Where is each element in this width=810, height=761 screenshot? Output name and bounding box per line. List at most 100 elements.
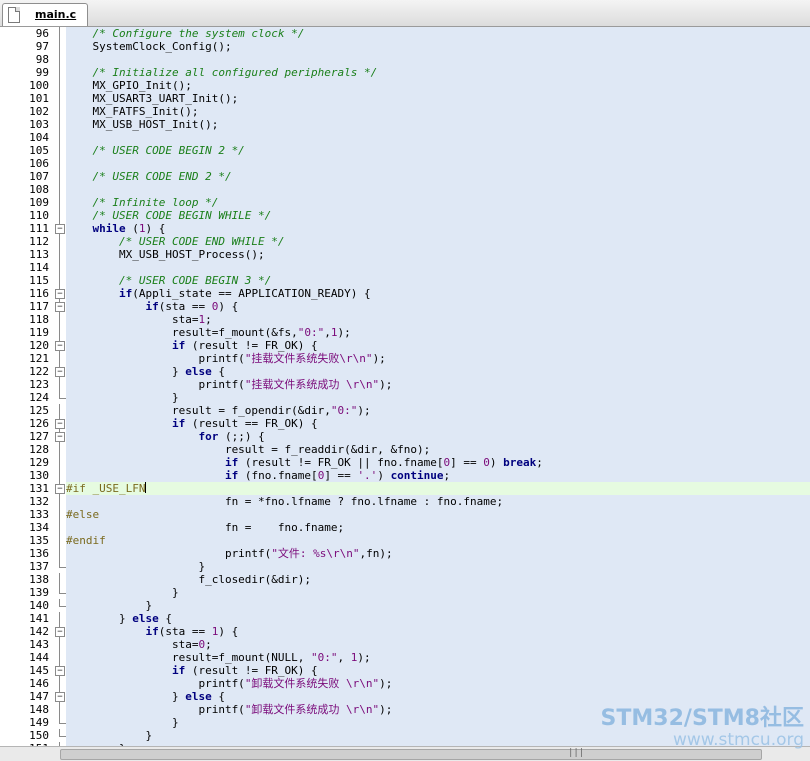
code-line[interactable]: 117− if(sta == 0) { [0, 300, 810, 313]
code-line[interactable]: 115 /* USER CODE BEGIN 3 */ [0, 274, 810, 287]
code-text[interactable] [66, 131, 810, 144]
code-line[interactable]: 138 f_closedir(&dir); [0, 573, 810, 586]
code-line[interactable]: 147− } else { [0, 690, 810, 703]
code-line[interactable]: 113 MX_USB_HOST_Process(); [0, 248, 810, 261]
code-line[interactable]: 133 #else [0, 508, 810, 521]
code-line[interactable]: 119 result=f_mount(&fs,"0:",1); [0, 326, 810, 339]
code-text[interactable]: result = f_readdir(&dir, &fno); [66, 443, 810, 456]
code-text[interactable]: } [66, 391, 810, 404]
code-line[interactable]: 144 result=f_mount(NULL, "0:", 1); [0, 651, 810, 664]
code-line[interactable]: 99 /* Initialize all configured peripher… [0, 66, 810, 79]
code-text[interactable]: #endif [66, 534, 810, 547]
code-line[interactable]: 127− for (;;) { [0, 430, 810, 443]
code-text[interactable]: /* USER CODE BEGIN WHILE */ [66, 209, 810, 222]
code-line[interactable]: 134 fn = fno.fname; [0, 521, 810, 534]
code-line[interactable]: 145− if (result != FR_OK) { [0, 664, 810, 677]
horizontal-scrollbar[interactable]: ||| [0, 746, 810, 761]
code-line[interactable]: 104 [0, 131, 810, 144]
code-editor[interactable]: 96 /* Configure the system clock */97 Sy… [0, 27, 810, 746]
code-line[interactable]: 97 SystemClock_Config(); [0, 40, 810, 53]
code-line[interactable]: 116− if(Appli_state == APPLICATION_READY… [0, 287, 810, 300]
code-line[interactable]: 125 result = f_opendir(&dir,"0:"); [0, 404, 810, 417]
code-line[interactable]: 148 printf("卸载文件系统成功 \r\n"); [0, 703, 810, 716]
code-text[interactable]: sta=1; [66, 313, 810, 326]
code-text[interactable]: MX_USB_HOST_Init(); [66, 118, 810, 131]
code-line[interactable]: 126− if (result == FR_OK) { [0, 417, 810, 430]
code-line[interactable]: 131− #if _USE_LFN [0, 482, 810, 495]
code-text[interactable]: if (result != FR_OK) { [66, 664, 810, 677]
code-line[interactable]: 129 if (result != FR_OK || fno.fname[0] … [0, 456, 810, 469]
fold-toggle-icon[interactable]: − [53, 339, 65, 352]
code-line[interactable]: 96 /* Configure the system clock */ [0, 27, 810, 40]
code-text[interactable]: /* USER CODE BEGIN 3 */ [66, 274, 810, 287]
code-line[interactable]: 111− while (1) { [0, 222, 810, 235]
code-text[interactable]: result = f_opendir(&dir,"0:"); [66, 404, 810, 417]
code-line[interactable]: 149 } [0, 716, 810, 729]
code-line[interactable]: 137 } [0, 560, 810, 573]
code-text[interactable]: } [66, 586, 810, 599]
fold-toggle-icon[interactable]: − [53, 430, 65, 443]
code-text[interactable]: f_closedir(&dir); [66, 573, 810, 586]
code-line[interactable]: 110 /* USER CODE BEGIN WHILE */ [0, 209, 810, 222]
scrollbar-thumb[interactable] [60, 749, 762, 760]
current-code-line[interactable]: #if _USE_LFN [66, 482, 810, 495]
fold-toggle-icon[interactable]: − [53, 300, 65, 313]
code-text[interactable]: } else { [66, 365, 810, 378]
code-line[interactable]: 122− } else { [0, 365, 810, 378]
code-line[interactable]: 120− if (result != FR_OK) { [0, 339, 810, 352]
code-text[interactable]: if (result == FR_OK) { [66, 417, 810, 430]
code-text[interactable]: if(Appli_state == APPLICATION_READY) { [66, 287, 810, 300]
code-text[interactable]: for (;;) { [66, 430, 810, 443]
code-text[interactable]: if (fno.fname[0] == '.') continue; [66, 469, 810, 482]
code-line[interactable]: 141 } else { [0, 612, 810, 625]
code-text[interactable]: result=f_mount(NULL, "0:", 1); [66, 651, 810, 664]
code-line[interactable]: 128 result = f_readdir(&dir, &fno); [0, 443, 810, 456]
code-text[interactable] [66, 261, 810, 274]
fold-toggle-icon[interactable]: − [53, 417, 65, 430]
code-line[interactable]: 107 /* USER CODE END 2 */ [0, 170, 810, 183]
code-line[interactable]: 150 } [0, 729, 810, 742]
code-text[interactable]: MX_GPIO_Init(); [66, 79, 810, 92]
code-line[interactable]: 108 [0, 183, 810, 196]
code-line[interactable]: 139 } [0, 586, 810, 599]
code-line[interactable]: 114 [0, 261, 810, 274]
code-text[interactable]: } else { [66, 612, 810, 625]
fold-toggle-icon[interactable]: − [53, 625, 65, 638]
code-text[interactable]: MX_USB_HOST_Process(); [66, 248, 810, 261]
code-line[interactable]: 106 [0, 157, 810, 170]
code-line[interactable]: 112 /* USER CODE END WHILE */ [0, 235, 810, 248]
code-text[interactable]: } [66, 716, 810, 729]
code-line[interactable]: 109 /* Infinite loop */ [0, 196, 810, 209]
code-line[interactable]: 140 } [0, 599, 810, 612]
fold-toggle-icon[interactable]: − [53, 287, 65, 300]
code-line[interactable]: 103 MX_USB_HOST_Init(); [0, 118, 810, 131]
code-text[interactable]: printf("卸载文件系统成功 \r\n"); [66, 703, 810, 716]
code-line[interactable]: 146 printf("卸载文件系统失败 \r\n"); [0, 677, 810, 690]
code-text[interactable]: result=f_mount(&fs,"0:",1); [66, 326, 810, 339]
code-line[interactable]: 121 printf("挂载文件系统失败\r\n"); [0, 352, 810, 365]
code-text[interactable]: /* Initialize all configured peripherals… [66, 66, 810, 79]
code-text[interactable]: /* Infinite loop */ [66, 196, 810, 209]
code-text[interactable] [66, 53, 810, 66]
code-text[interactable]: if(sta == 0) { [66, 300, 810, 313]
code-text[interactable]: if (result != FR_OK || fno.fname[0] == 0… [66, 456, 810, 469]
code-line[interactable]: 118 sta=1; [0, 313, 810, 326]
code-line[interactable]: 136 printf("文件: %s\r\n",fn); [0, 547, 810, 560]
code-text[interactable]: MX_USART3_UART_Init(); [66, 92, 810, 105]
code-line[interactable]: 101 MX_USART3_UART_Init(); [0, 92, 810, 105]
code-text[interactable]: while (1) { [66, 222, 810, 235]
code-text[interactable]: printf("文件: %s\r\n",fn); [66, 547, 810, 560]
code-text[interactable]: printf("挂载文件系统失败\r\n"); [66, 352, 810, 365]
code-line[interactable]: 100 MX_GPIO_Init(); [0, 79, 810, 92]
code-line[interactable]: 142− if(sta == 1) { [0, 625, 810, 638]
code-text[interactable]: #else [66, 508, 810, 521]
code-line[interactable]: 98 [0, 53, 810, 66]
code-text[interactable]: if(sta == 1) { [66, 625, 810, 638]
code-line[interactable]: 130 if (fno.fname[0] == '.') continue; [0, 469, 810, 482]
code-text[interactable]: /* USER CODE BEGIN 2 */ [66, 144, 810, 157]
code-line[interactable]: 124 } [0, 391, 810, 404]
code-line[interactable]: 102 MX_FATFS_Init(); [0, 105, 810, 118]
code-text[interactable]: /* Configure the system clock */ [66, 27, 810, 40]
code-text[interactable] [66, 183, 810, 196]
code-text[interactable]: } [66, 599, 810, 612]
